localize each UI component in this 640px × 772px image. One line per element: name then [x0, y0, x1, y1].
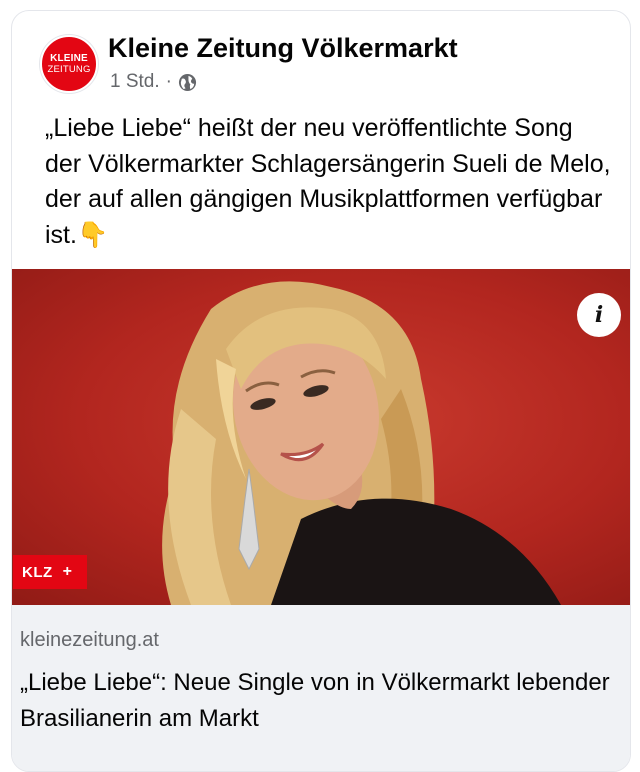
post-text: „Liebe Liebe“ heißt der neu veröffentlic… — [45, 111, 615, 253]
post-body: „Liebe Liebe“ heißt der neu veröffentlic… — [45, 114, 611, 249]
badge-klz-text: KLZ — [22, 563, 53, 581]
post-meta: 1 Std. · — [110, 71, 197, 93]
avatar-text-line2: ZEITUNG — [47, 64, 91, 75]
post-timestamp[interactable]: 1 Std. — [110, 71, 160, 93]
post-card: KLEINE ZEITUNG Kleine Zeitung Völkermark… — [11, 10, 631, 772]
avatar-text-line1: KLEINE — [50, 53, 88, 64]
globe-icon[interactable] — [178, 73, 197, 92]
page-name-link[interactable]: Kleine Zeitung Völkermarkt — [108, 33, 458, 64]
woman-portrait-image — [162, 281, 561, 605]
page-avatar[interactable]: KLEINE ZEITUNG — [40, 35, 98, 93]
post-photo[interactable]: i KLZ + — [12, 269, 630, 605]
badge-plus-text: + — [62, 563, 73, 580]
info-button[interactable]: i — [577, 293, 621, 337]
meta-separator: · — [165, 71, 172, 92]
post-header: KLEINE ZEITUNG Kleine Zeitung Völkermark… — [40, 29, 600, 99]
link-preview[interactable]: kleinezeitung.at „Liebe Liebe“: Neue Sin… — [12, 605, 630, 771]
link-title[interactable]: „Liebe Liebe“: Neue Single von in Völker… — [20, 665, 620, 737]
pointing-down-icon: 👇 — [76, 220, 109, 249]
klz-plus-badge: KLZ + — [13, 555, 87, 589]
link-domain: kleinezeitung.at — [20, 629, 159, 651]
